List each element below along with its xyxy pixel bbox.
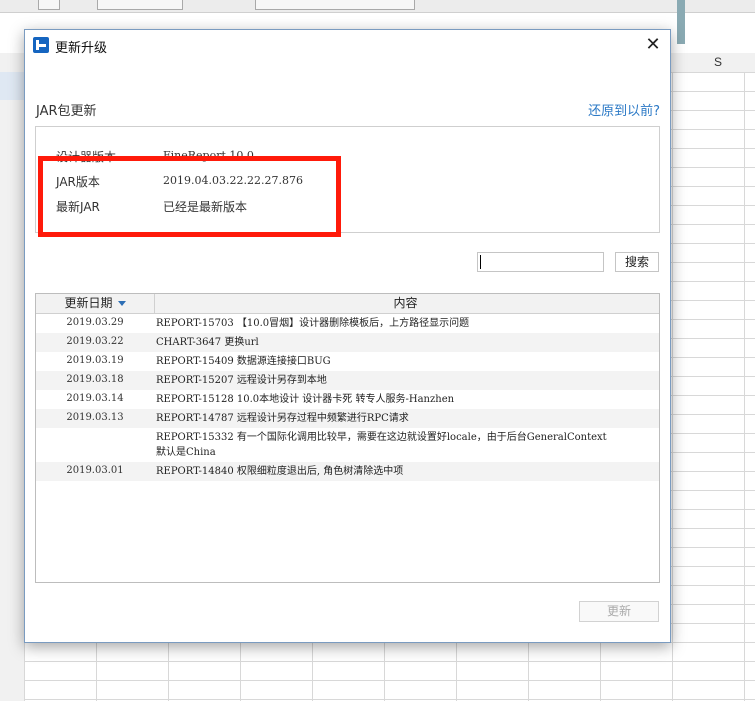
close-icon: ✕ bbox=[645, 34, 661, 55]
restore-previous-link[interactable]: 还原到以前? bbox=[588, 100, 660, 119]
row-date: 2019.03.19 bbox=[66, 355, 124, 366]
search-input[interactable] bbox=[477, 252, 604, 272]
table-row[interactable]: 2019.03.18 REPORT-15207 远程设计另存到本地 bbox=[36, 371, 659, 390]
row-header-bar bbox=[0, 72, 25, 701]
highlight-annotation-box bbox=[38, 156, 341, 237]
date-header-label: 更新日期 bbox=[64, 296, 113, 310]
row-content: REPORT-14787 远程设计另存过程中频繁进行RPC请求 bbox=[156, 413, 409, 424]
row-date: 2019.03.01 bbox=[66, 465, 124, 476]
dialog-title: 更新升级 bbox=[55, 41, 108, 56]
row-content: REPORT-15703 【10.0冒烟】设计器删除模板后，上方路径显示问题 bbox=[156, 318, 470, 329]
column-header-s[interactable]: S bbox=[714, 55, 722, 69]
background-toolbar-button bbox=[38, 0, 60, 10]
row-date: 2019.03.14 bbox=[66, 393, 124, 404]
row-content: REPORT-15207 远程设计另存到本地 bbox=[156, 375, 327, 386]
table-row[interactable]: 2019.03.14 REPORT-15128 10.0本地设计 设计器卡死 转… bbox=[36, 390, 659, 409]
row-content: REPORT-15409 数据源连接接口BUG bbox=[156, 356, 331, 367]
table-row[interactable]: 2019.03.19 REPORT-15409 数据源连接接口BUG bbox=[36, 352, 659, 371]
row-date: 2019.03.22 bbox=[66, 336, 124, 347]
table-row[interactable]: 2019.03.13 REPORT-14787 远程设计另存过程中频繁进行RPC… bbox=[36, 409, 659, 428]
search-button[interactable]: 搜索 bbox=[615, 252, 659, 272]
row-date: 2019.03.13 bbox=[66, 412, 124, 423]
background-toolbar-button bbox=[255, 0, 415, 10]
background-scrollbar bbox=[677, 0, 685, 44]
column-header-date[interactable]: 更新日期 bbox=[36, 294, 155, 313]
row-date: 2019.03.18 bbox=[66, 374, 124, 385]
update-button[interactable]: 更新 bbox=[579, 601, 659, 622]
row-content: REPORT-15128 10.0本地设计 设计器卡死 转专人服务-Hanzhe… bbox=[156, 394, 455, 405]
app-logo-icon bbox=[33, 37, 49, 53]
text-caret bbox=[480, 255, 481, 269]
row-content: CHART-3647 更换url bbox=[156, 337, 259, 348]
table-header: 更新日期 内容 bbox=[36, 294, 659, 314]
column-header-content: 内容 bbox=[393, 296, 418, 310]
update-log-table: 更新日期 内容 2019.03.29 REPORT-15703 【10.0冒烟】… bbox=[35, 293, 660, 583]
row-date: 2019.03.29 bbox=[66, 317, 124, 328]
table-row[interactable]: 2019.03.29 REPORT-15703 【10.0冒烟】设计器删除模板后… bbox=[36, 314, 659, 333]
selected-row-header bbox=[0, 72, 24, 100]
dialog-titlebar[interactable]: 更新升级 ✕ bbox=[25, 30, 670, 60]
row-content: REPORT-15332 有一个国际化调用比较早，需要在这边就设置好locale… bbox=[156, 432, 607, 458]
table-row[interactable]: REPORT-15332 有一个国际化调用比较早，需要在这边就设置好locale… bbox=[36, 428, 659, 462]
background-toolbar-button bbox=[97, 0, 183, 10]
table-row[interactable]: 2019.03.01 REPORT-14840 权限细粒度退出后, 角色树清除选… bbox=[36, 462, 659, 481]
update-dialog: 更新升级 ✕ JAR包更新 还原到以前? 设计器版本 FineReport 10… bbox=[24, 29, 671, 643]
row-content: REPORT-14840 权限细粒度退出后, 角色树清除选中项 bbox=[156, 466, 404, 477]
sort-desc-icon bbox=[117, 301, 126, 306]
table-row[interactable]: 2019.03.22 CHART-3647 更换url bbox=[36, 333, 659, 352]
jar-update-label: JAR包更新 bbox=[36, 104, 97, 119]
close-button[interactable]: ✕ bbox=[642, 34, 664, 56]
